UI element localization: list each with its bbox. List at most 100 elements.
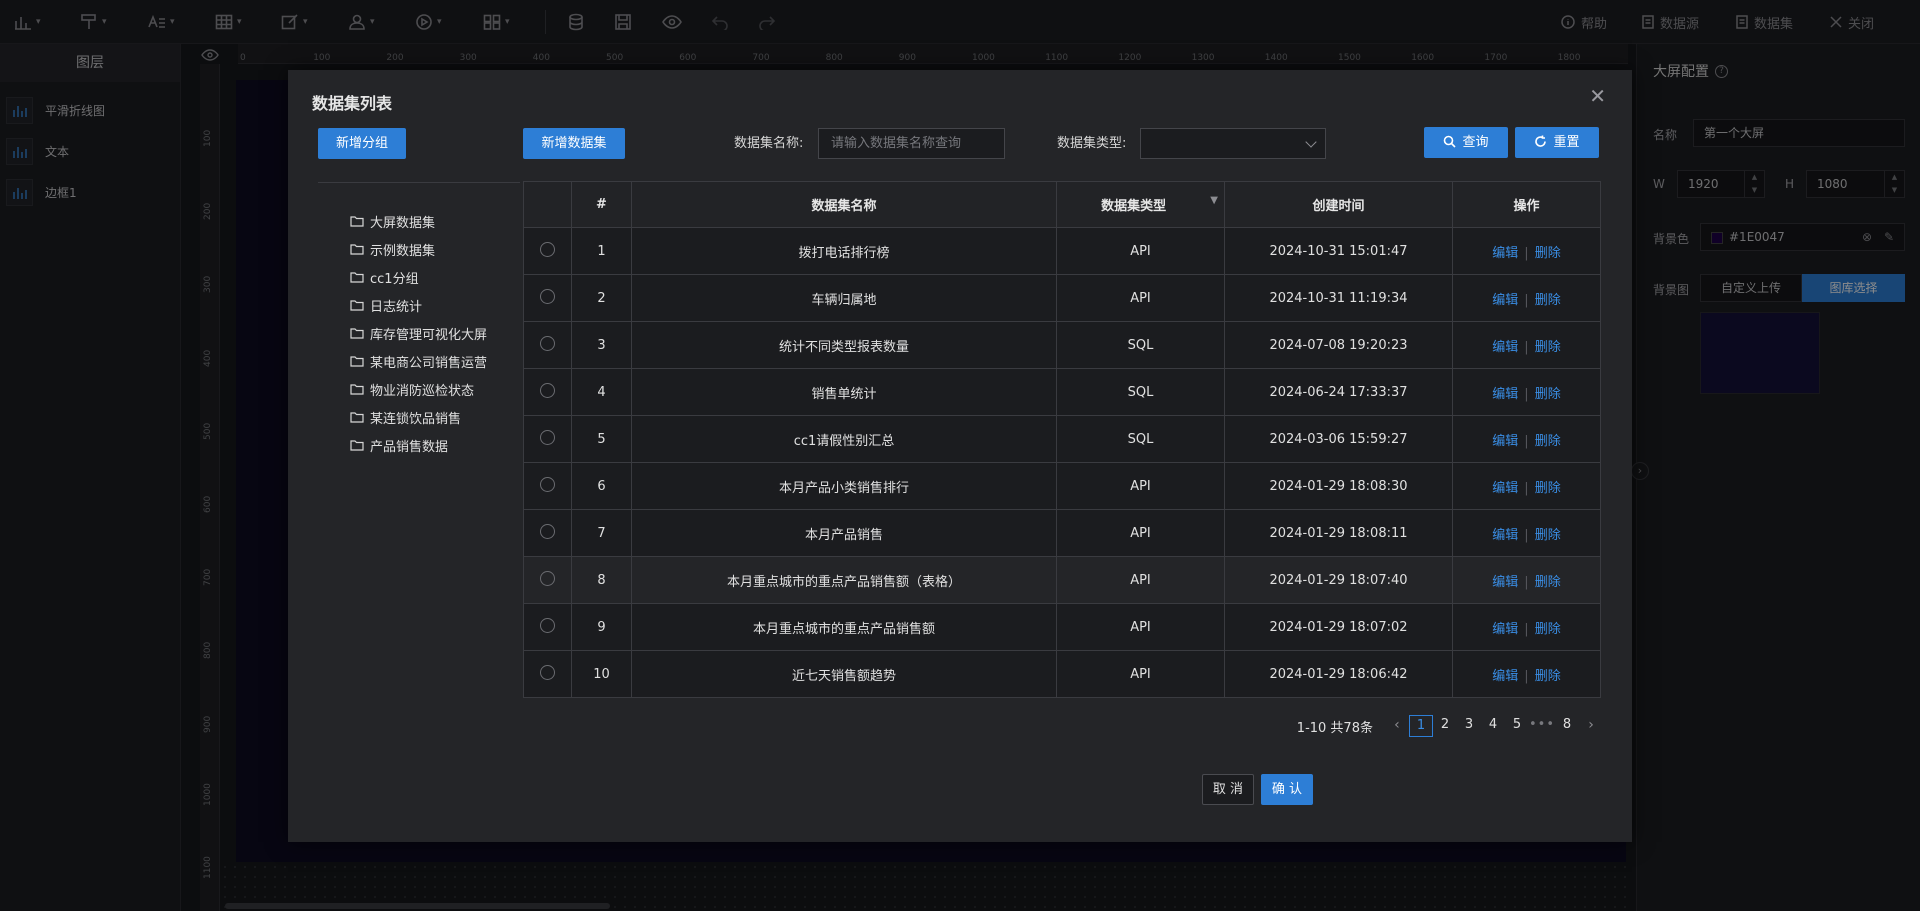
edit-link[interactable]: 编辑 [1492,434,1518,449]
delete-link[interactable]: 删除 [1535,293,1561,308]
row-radio[interactable] [540,288,555,304]
add-dataset-button[interactable]: 新增数据集 [523,128,625,159]
page-button-3[interactable]: 3 [1457,715,1481,737]
select-cell[interactable] [523,509,572,557]
delete-link[interactable]: 删除 [1535,246,1561,261]
type-column-header: 数据集类型 ▼ [1056,181,1225,228]
name-cell: 车辆归属地 [631,274,1057,322]
prev-page-button[interactable]: ‹ [1385,715,1409,737]
next-page-button[interactable]: › [1579,715,1603,737]
action-divider: | [1524,386,1529,402]
table-row[interactable]: 2 车辆归属地 API 2024-10-31 11:19:34 编辑 | 删除 [523,274,1601,322]
created-cell: 2024-01-29 18:07:40 [1224,556,1453,604]
row-radio[interactable] [540,523,555,539]
add-group-button[interactable]: 新增分组 [318,128,406,159]
row-radio[interactable] [540,382,555,398]
page-button-last[interactable]: 8 [1555,715,1579,737]
row-radio[interactable] [540,476,555,492]
folder-icon [350,300,364,311]
type-cell: API [1056,556,1225,604]
reset-button[interactable]: 重置 [1515,127,1599,158]
select-cell[interactable] [523,227,572,275]
edit-link[interactable]: 编辑 [1492,293,1518,308]
group-tree: 大屏数据集 示例数据集 cc1分组日志统计库存管理可视化大屏某电商公司销售运营物业消… [318,182,520,459]
index-cell: 5 [571,415,632,463]
filter-icon[interactable]: ▼ [1210,195,1218,206]
name-cell: 本月重点城市的重点产品销售额（表格） [631,556,1057,604]
dataset-type-select[interactable] [1140,128,1326,159]
tree-item[interactable]: 日志统计 [318,291,520,319]
table-row[interactable]: 6 本月产品小类销售排行 API 2024-01-29 18:08:30 编辑 | 删除 [523,462,1601,510]
tree-item[interactable]: 物业消防巡检状态 [318,375,520,403]
delete-link[interactable]: 删除 [1535,481,1561,496]
page-button-4[interactable]: 4 [1481,715,1505,737]
tree-item[interactable]: 某电商公司销售运营 [318,347,520,375]
table-row[interactable]: 4 销售单统计 SQL 2024-06-24 17:33:37 编辑 | 删除 [523,368,1601,416]
delete-link[interactable]: 删除 [1535,387,1561,402]
query-button[interactable]: 查询 [1424,127,1508,158]
edit-link[interactable]: 编辑 [1492,387,1518,402]
row-radio[interactable] [540,241,555,257]
tree-item[interactable]: 产品销售数据 [318,431,520,459]
more-pages-button[interactable]: ••• [1529,715,1555,737]
row-radio[interactable] [540,617,555,633]
delete-link[interactable]: 删除 [1535,669,1561,684]
tree-item-label: 日志统计 [370,299,423,315]
select-cell[interactable] [523,462,572,510]
row-radio[interactable] [540,335,555,351]
delete-link[interactable]: 删除 [1535,622,1561,637]
edit-link[interactable]: 编辑 [1492,481,1518,496]
tree-item[interactable]: 库存管理可视化大屏 [318,319,520,347]
table-row[interactable]: 8 本月重点城市的重点产品销售额（表格） API 2024-01-29 18:07:4… [523,556,1601,604]
tree-item-label: 库存管理可视化大屏 [370,327,488,343]
actions-cell: 编辑 | 删除 [1452,368,1601,416]
cancel-button[interactable]: 取 消 [1202,774,1254,805]
created-cell: 2024-01-29 18:06:42 [1224,650,1453,698]
tree-item[interactable]: 示例数据集 [318,235,520,263]
edit-link[interactable]: 编辑 [1492,669,1518,684]
delete-link[interactable]: 删除 [1535,434,1561,449]
select-cell[interactable] [523,321,572,369]
table-row[interactable]: 7 本月产品销售 API 2024-01-29 18:08:11 编辑 | 删除 [523,509,1601,557]
edit-link[interactable]: 编辑 [1492,528,1518,543]
select-cell[interactable] [523,415,572,463]
edit-link[interactable]: 编辑 [1492,246,1518,261]
select-cell[interactable] [523,556,572,604]
actions-cell: 编辑 | 删除 [1452,650,1601,698]
close-icon[interactable]: ✕ [1589,84,1606,108]
type-cell: API [1056,509,1225,557]
table-row[interactable]: 9 本月重点城市的重点产品销售额 API 2024-01-29 18:07:02 编辑 |… [523,603,1601,651]
tree-item[interactable]: 大屏数据集 [318,207,520,235]
actions-cell: 编辑 | 删除 [1452,509,1601,557]
row-radio[interactable] [540,429,555,445]
page-button-2[interactable]: 2 [1433,715,1457,737]
table-row[interactable]: 1 拨打电话排行榜 API 2024-10-31 15:01:47 编辑 | 删除 [523,227,1601,275]
edit-link[interactable]: 编辑 [1492,622,1518,637]
select-cell[interactable] [523,274,572,322]
page-button-1[interactable]: 1 [1408,715,1433,737]
delete-link[interactable]: 删除 [1535,528,1561,543]
tree-item-label: 物业消防巡检状态 [370,383,475,399]
created-cell: 2024-10-31 11:19:34 [1224,274,1453,322]
delete-link[interactable]: 删除 [1535,575,1561,590]
tree-item[interactable]: cc1分组 [318,263,520,291]
table-row[interactable]: 10 近七天销售额趋势 API 2024-01-29 18:06:42 编辑 | 删除 [523,650,1601,698]
page-button-5[interactable]: 5 [1505,715,1529,737]
edit-link[interactable]: 编辑 [1492,575,1518,590]
dataset-name-input[interactable]: 请输入数据集名称查询 [818,128,1005,159]
name-cell: cc1请假性别汇总 [631,415,1057,463]
confirm-button[interactable]: 确 认 [1261,774,1313,805]
row-radio[interactable] [540,664,555,680]
select-column-header [523,181,572,228]
select-cell[interactable] [523,650,572,698]
table-row[interactable]: 3 统计不同类型报表数量 SQL 2024-07-08 19:20:23 编辑 | 删除 [523,321,1601,369]
delete-link[interactable]: 删除 [1535,340,1561,355]
select-cell[interactable] [523,603,572,651]
row-radio[interactable] [540,570,555,586]
select-cell[interactable] [523,368,572,416]
table-row[interactable]: 5 cc1请假性别汇总 SQL 2024-03-06 15:59:27 编辑 | 删除 [523,415,1601,463]
pagination: 1-10 共78条 ‹ 1 2 3 4 5 ••• 8 › [1297,715,1603,737]
tree-item[interactable]: 某连锁饮品销售 [318,403,520,431]
edit-link[interactable]: 编辑 [1492,340,1518,355]
query-label: 查询 [1462,135,1489,150]
